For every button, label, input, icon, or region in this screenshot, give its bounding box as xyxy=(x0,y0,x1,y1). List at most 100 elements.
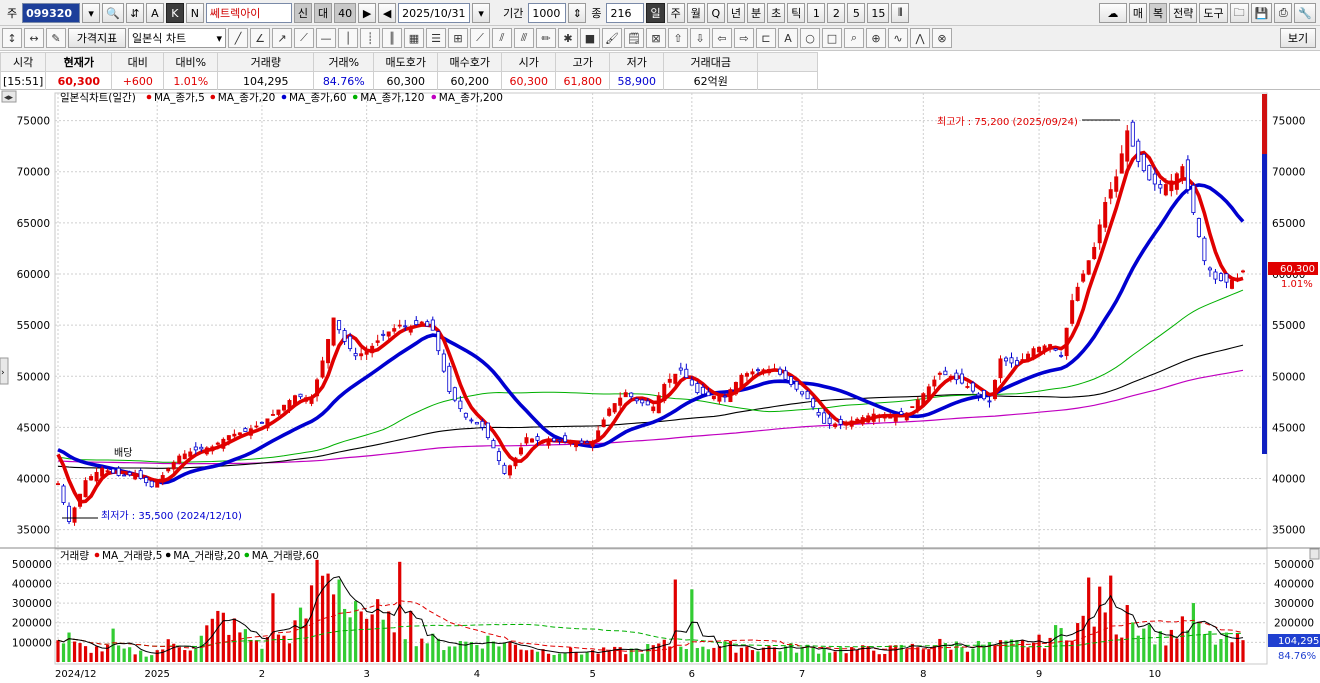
price-range-bar-top xyxy=(1262,94,1267,154)
candle-body xyxy=(816,412,821,416)
code-dropdown-icon[interactable]: ▾ xyxy=(82,3,101,23)
parallel-tool-icon[interactable]: ⫽ xyxy=(492,28,512,48)
bars-tool-icon[interactable]: ║ xyxy=(382,28,402,48)
volume-bar xyxy=(1065,640,1069,662)
timeframe-tick[interactable]: 틱 xyxy=(787,3,806,23)
fan-tool-icon[interactable]: ⟋ xyxy=(294,28,314,48)
timeframe-week[interactable]: 주 xyxy=(666,3,685,23)
magic-icon[interactable]: ✱ xyxy=(558,28,578,48)
pattern-tool-icon[interactable]: ⋀ xyxy=(910,28,930,48)
arrow-down-icon[interactable]: ⇩ xyxy=(690,28,710,48)
frame-icon[interactable]: ⊠ xyxy=(646,28,666,48)
pencil-icon[interactable]: ✏ xyxy=(536,28,556,48)
time-tick-label: 8 xyxy=(920,669,926,680)
folder-icon[interactable]: 🗀 xyxy=(1229,3,1249,23)
timeframe-day[interactable]: 일 xyxy=(646,3,665,23)
arrow-right-icon[interactable]: ⇨ xyxy=(734,28,754,48)
channel-tool-icon[interactable]: ☰ xyxy=(426,28,446,48)
arrow-left-icon[interactable]: ⇦ xyxy=(712,28,732,48)
delete-drawing-icon[interactable]: ⊗ xyxy=(932,28,952,48)
view-button[interactable]: 보기 xyxy=(1280,28,1316,48)
price-indicator-button[interactable]: 가격지표 xyxy=(68,28,126,48)
candle-body xyxy=(1141,153,1146,172)
interval-2[interactable]: 2 xyxy=(827,3,846,23)
arrow-leftright-icon[interactable]: ↔ xyxy=(24,28,44,48)
volume-panel-options-icon[interactable] xyxy=(1309,548,1320,560)
timeframe-minute[interactable]: 분 xyxy=(746,3,766,23)
legend-marker xyxy=(281,94,287,100)
rectangle-tool-icon[interactable]: □ xyxy=(822,28,842,48)
candle-body xyxy=(1163,184,1168,196)
edit-icon[interactable]: ✎ xyxy=(46,28,66,48)
vertical-line-icon[interactable]: │ xyxy=(338,28,358,48)
chart-area[interactable]: ◂▸ › 75000 75000 70000 70000 65000 65000 60000… xyxy=(0,90,1320,680)
save-icon[interactable]: 💾 xyxy=(1250,3,1273,23)
arrow-updown-icon[interactable]: ↕ xyxy=(2,28,22,48)
interval-5[interactable]: 5 xyxy=(847,3,866,23)
settings-wrench-icon[interactable]: 🔧 xyxy=(1294,3,1316,23)
timeframe-year[interactable]: 년 xyxy=(726,3,745,23)
play-forward-icon[interactable]: ▶ xyxy=(358,3,377,23)
ray-tool-icon[interactable]: ↗ xyxy=(272,28,292,48)
search-icon[interactable]: 🔍 xyxy=(102,3,124,23)
candle-body xyxy=(1213,271,1218,280)
zoom-icon[interactable]: ⌕ xyxy=(844,28,864,48)
interval-1[interactable]: 1 xyxy=(807,3,826,23)
sort-icon[interactable]: ⇵ xyxy=(125,3,144,23)
callout-icon[interactable]: ⊏ xyxy=(756,28,776,48)
brush-icon[interactable]: 🖌 xyxy=(602,28,622,48)
candle-body xyxy=(474,422,479,425)
note-icon[interactable]: 🗒 xyxy=(624,28,644,48)
volume-bar xyxy=(717,646,721,662)
multi-view-button[interactable]: 복 xyxy=(1148,3,1168,23)
interval-15[interactable]: 15 xyxy=(867,3,890,23)
line-tool-icon[interactable]: ╱ xyxy=(228,28,248,48)
chart-type-select[interactable]: 일본식 차트 ▾ xyxy=(128,28,226,48)
volume-tick-label-right: 400000 xyxy=(1274,578,1314,590)
bar-width-icon[interactable]: ⫴ xyxy=(891,3,910,23)
color-fill-icon[interactable]: ■ xyxy=(580,28,600,48)
timeframe-quarter[interactable]: Q xyxy=(706,3,725,23)
strategy-button[interactable]: 전략 xyxy=(1169,3,1198,23)
volume-bar xyxy=(436,638,440,662)
volume-bar xyxy=(828,652,832,662)
trend-tool-icon[interactable]: ⟋ xyxy=(470,28,490,48)
cloud-icon[interactable]: ☁ xyxy=(1098,3,1127,23)
target-icon[interactable]: ⊕ xyxy=(866,28,886,48)
gann-tool-icon[interactable]: ⊞ xyxy=(448,28,468,48)
candle-body xyxy=(612,403,617,413)
text-tool-icon[interactable]: A xyxy=(778,28,798,48)
angle-tool-icon[interactable]: ∠ xyxy=(250,28,270,48)
timeframe-month[interactable]: 월 xyxy=(686,3,705,23)
period-input[interactable]: 1000 xyxy=(528,3,567,23)
arrow-up-icon[interactable]: ⇧ xyxy=(668,28,688,48)
price-legend-title: 일본식차트(일간) xyxy=(60,91,136,104)
mode-button-k[interactable]: K xyxy=(165,3,184,23)
candle-body xyxy=(778,368,783,375)
mode-button-n[interactable]: N xyxy=(185,3,204,23)
candle-body xyxy=(1218,273,1223,282)
stock-code-input[interactable]: 099320 xyxy=(22,3,81,23)
stock-name-field[interactable]: 쎄트렉아이 xyxy=(205,3,292,23)
period-adjust-icon[interactable]: ⇕ xyxy=(568,3,587,23)
horizontal-line-icon[interactable]: — xyxy=(316,28,336,48)
single-view-button[interactable]: 매 xyxy=(1128,3,1147,23)
volume-bar xyxy=(1180,616,1184,662)
timeframe-second[interactable]: 초 xyxy=(767,3,786,23)
wave-tool-icon[interactable]: ∿ xyxy=(888,28,908,48)
stock-chart-svg[interactable]: ◂▸ › 75000 75000 70000 70000 65000 65000 60000… xyxy=(0,90,1320,680)
date-dropdown-icon[interactable]: ▾ xyxy=(472,3,491,23)
circle-tool-icon[interactable]: ○ xyxy=(800,28,820,48)
count-input[interactable]: 216 xyxy=(606,3,645,23)
volume-bar xyxy=(469,642,473,662)
cycle-lines-icon[interactable]: ┊ xyxy=(360,28,380,48)
candle-body xyxy=(1097,224,1102,244)
tools-button[interactable]: 도구 xyxy=(1199,3,1228,23)
print-icon[interactable]: ⎙ xyxy=(1274,3,1293,23)
mode-button-a[interactable]: A xyxy=(145,3,164,23)
date-input[interactable]: 2025/10/31 xyxy=(398,3,471,23)
volume-bar xyxy=(513,644,518,662)
regression-tool-icon[interactable]: ⫻ xyxy=(514,28,534,48)
play-back-icon[interactable]: ◀ xyxy=(378,3,397,23)
grid-tool-icon[interactable]: ▦ xyxy=(404,28,424,48)
